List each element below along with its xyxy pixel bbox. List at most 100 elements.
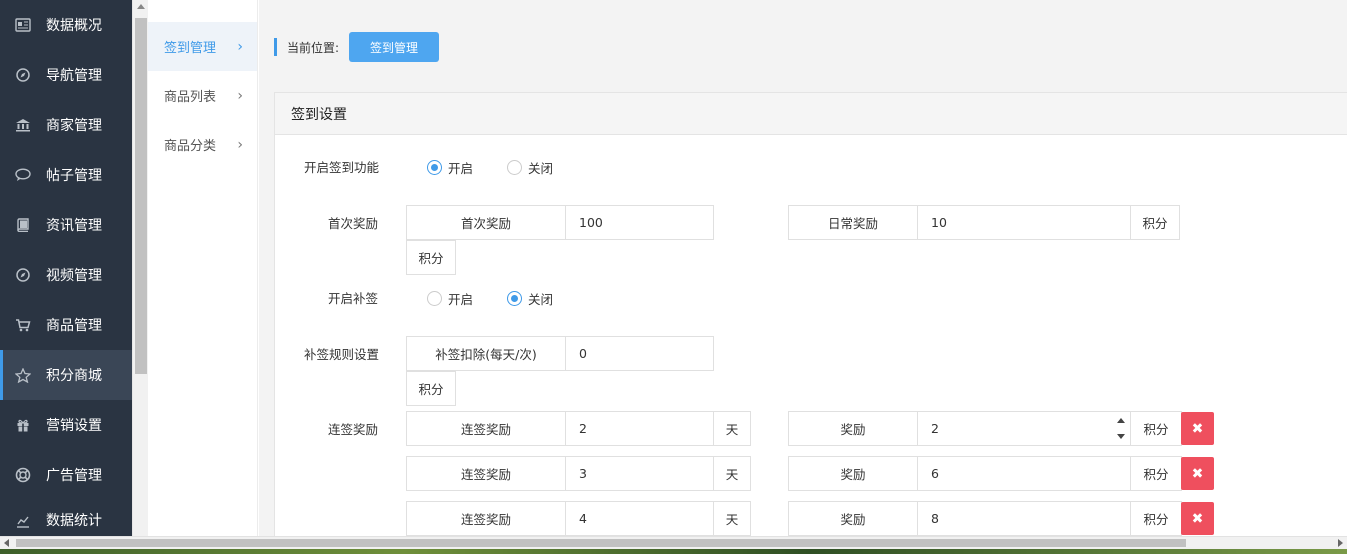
sidebar-item-video[interactable]: 视频管理: [0, 250, 132, 300]
first-reward-input[interactable]: 100: [565, 205, 714, 240]
streak-reward-addon: 奖励: [788, 501, 918, 536]
close-icon: ✖: [1191, 420, 1204, 437]
first-reward-unit: 积分: [406, 240, 456, 275]
breadcrumb-current-button[interactable]: 签到管理: [349, 32, 440, 62]
sidebar-item-ads[interactable]: 广告管理: [0, 450, 132, 500]
sidebar-item-points-mall[interactable]: 积分商城: [0, 350, 132, 400]
subnav-item-signin[interactable]: 签到管理 ›: [148, 22, 257, 71]
sidebar-item-posts[interactable]: 帖子管理: [0, 150, 132, 200]
streak-days-input[interactable]: 2: [565, 411, 714, 446]
sidebar-item-label: 数据概况: [46, 18, 102, 34]
streak-reward-input[interactable]: 6: [917, 456, 1131, 491]
daily-reward-input[interactable]: 10: [917, 205, 1131, 240]
streak-reward-label: 连签奖励: [328, 422, 379, 437]
streak-addon: 连签奖励: [406, 411, 566, 446]
sidebar-item-products[interactable]: 商品管理: [0, 300, 132, 350]
scroll-left-icon[interactable]: [4, 539, 9, 547]
streak-reward-unit: 积分: [1130, 456, 1182, 491]
book-icon: [14, 216, 32, 234]
scroll-up-icon[interactable]: [137, 4, 145, 9]
sidebar-item-navigation[interactable]: 导航管理: [0, 50, 132, 100]
sidebar-item-label: 积分商城: [46, 368, 102, 384]
sidebar-item-label: 营销设置: [46, 418, 102, 434]
enable-signin-off-radio[interactable]: 关闭: [507, 158, 553, 177]
scrollbar-thumb[interactable]: [16, 539, 1186, 547]
sidebar-item-label: 视频管理: [46, 268, 102, 284]
sidebar-scrollbar[interactable]: [132, 0, 148, 536]
enable-signin-radio-group: 开启 关闭: [427, 158, 587, 177]
sidebar-item-merchants[interactable]: 商家管理: [0, 100, 132, 150]
subnav-item-product-category[interactable]: 商品分类 ›: [148, 120, 257, 169]
streak-reward-addon: 奖励: [788, 411, 918, 446]
streak-reward-value: 2: [931, 421, 939, 436]
breadcrumb-marker: [274, 38, 277, 56]
radio-checked-icon: [427, 160, 442, 175]
lifebuoy-icon: [14, 466, 32, 484]
gift-icon: [14, 416, 32, 434]
enable-makeup-radio-group: 开启 关闭: [427, 289, 587, 308]
makeup-rule-label: 补签规则设置: [304, 347, 380, 362]
main-content: 当前位置: 签到管理 签到设置 开启签到功能 开启 关闭 首次奖励 首次奖励 1…: [259, 0, 1347, 552]
makeup-deduct-input[interactable]: 0: [565, 336, 714, 371]
streak-day-unit: 天: [713, 456, 751, 491]
dashboard-icon: [14, 16, 32, 34]
sidebar-item-statistics[interactable]: 数据统计: [0, 500, 132, 530]
streak-addon: 连签奖励: [406, 456, 566, 491]
subnav-item-product-list[interactable]: 商品列表 ›: [148, 71, 257, 120]
sidebar-item-marketing[interactable]: 营销设置: [0, 400, 132, 450]
streak-reward-addon: 奖励: [788, 456, 918, 491]
spinner-down-icon[interactable]: [1117, 434, 1125, 439]
horizontal-scrollbar[interactable]: [0, 536, 1347, 549]
delete-row-button[interactable]: ✖: [1181, 457, 1214, 490]
spinner-up-icon[interactable]: [1117, 418, 1125, 423]
cart-icon: [14, 316, 32, 334]
radio-unchecked-icon: [427, 291, 442, 306]
signin-settings-panel: 签到设置 开启签到功能 开启 关闭 首次奖励 首次奖励 100 积分 日常奖励 …: [274, 92, 1347, 552]
sidebar-item-label: 导航管理: [46, 68, 102, 84]
sidebar-item-news[interactable]: 资讯管理: [0, 200, 132, 250]
close-icon: ✖: [1191, 465, 1204, 482]
enable-signin-on-radio[interactable]: 开启: [427, 158, 473, 177]
delete-row-button[interactable]: ✖: [1181, 502, 1214, 535]
star-icon: [14, 366, 32, 384]
streak-addon: 连签奖励: [406, 501, 566, 536]
compass-icon: [14, 266, 32, 284]
sidebar-item-label: 帖子管理: [46, 168, 102, 184]
enable-makeup-label: 开启补签: [328, 291, 379, 306]
first-reward-label: 首次奖励: [328, 216, 379, 231]
desktop-background-strip: [0, 549, 1347, 554]
sidebar-item-label: 商家管理: [46, 118, 102, 134]
daily-reward-addon: 日常奖励: [788, 205, 918, 240]
sidebar-item-label: 资讯管理: [46, 218, 102, 234]
radio-checked-icon: [507, 291, 523, 306]
streak-days-input[interactable]: 4: [565, 501, 714, 536]
chart-icon: [14, 512, 32, 530]
streak-reward-input[interactable]: 2: [917, 411, 1131, 446]
scrollbar-thumb[interactable]: [135, 18, 147, 374]
sidebar-item-label: 商品管理: [46, 318, 102, 334]
subnav-item-label: 商品列表: [164, 90, 217, 105]
radio-unchecked-icon: [507, 160, 523, 175]
number-spinner[interactable]: [1115, 415, 1127, 442]
subnav-item-label: 商品分类: [164, 139, 217, 154]
streak-reward-unit: 积分: [1130, 501, 1182, 536]
panel-title: 签到设置: [275, 93, 1347, 135]
streak-reward-input[interactable]: 8: [917, 501, 1131, 536]
sidebar-item-overview[interactable]: 数据概况: [0, 0, 132, 50]
radio-label: 关闭: [528, 292, 554, 307]
delete-row-button[interactable]: ✖: [1181, 412, 1214, 445]
enable-signin-label: 开启签到功能: [304, 160, 380, 175]
first-reward-addon: 首次奖励: [406, 205, 566, 240]
radio-label: 开启: [448, 161, 474, 176]
scroll-right-icon[interactable]: [1338, 539, 1343, 547]
streak-days-input[interactable]: 3: [565, 456, 714, 491]
sidebar-item-label: 数据统计: [46, 513, 102, 529]
sidebar-item-label: 广告管理: [46, 468, 102, 484]
compass-icon: [14, 66, 32, 84]
enable-makeup-on-radio[interactable]: 开启: [427, 289, 473, 308]
enable-makeup-off-radio[interactable]: 关闭: [507, 289, 553, 308]
daily-reward-unit: 积分: [1130, 205, 1180, 240]
radio-label: 关闭: [528, 161, 554, 176]
chevron-right-icon: ›: [237, 38, 243, 55]
subnav-item-label: 签到管理: [164, 41, 217, 56]
